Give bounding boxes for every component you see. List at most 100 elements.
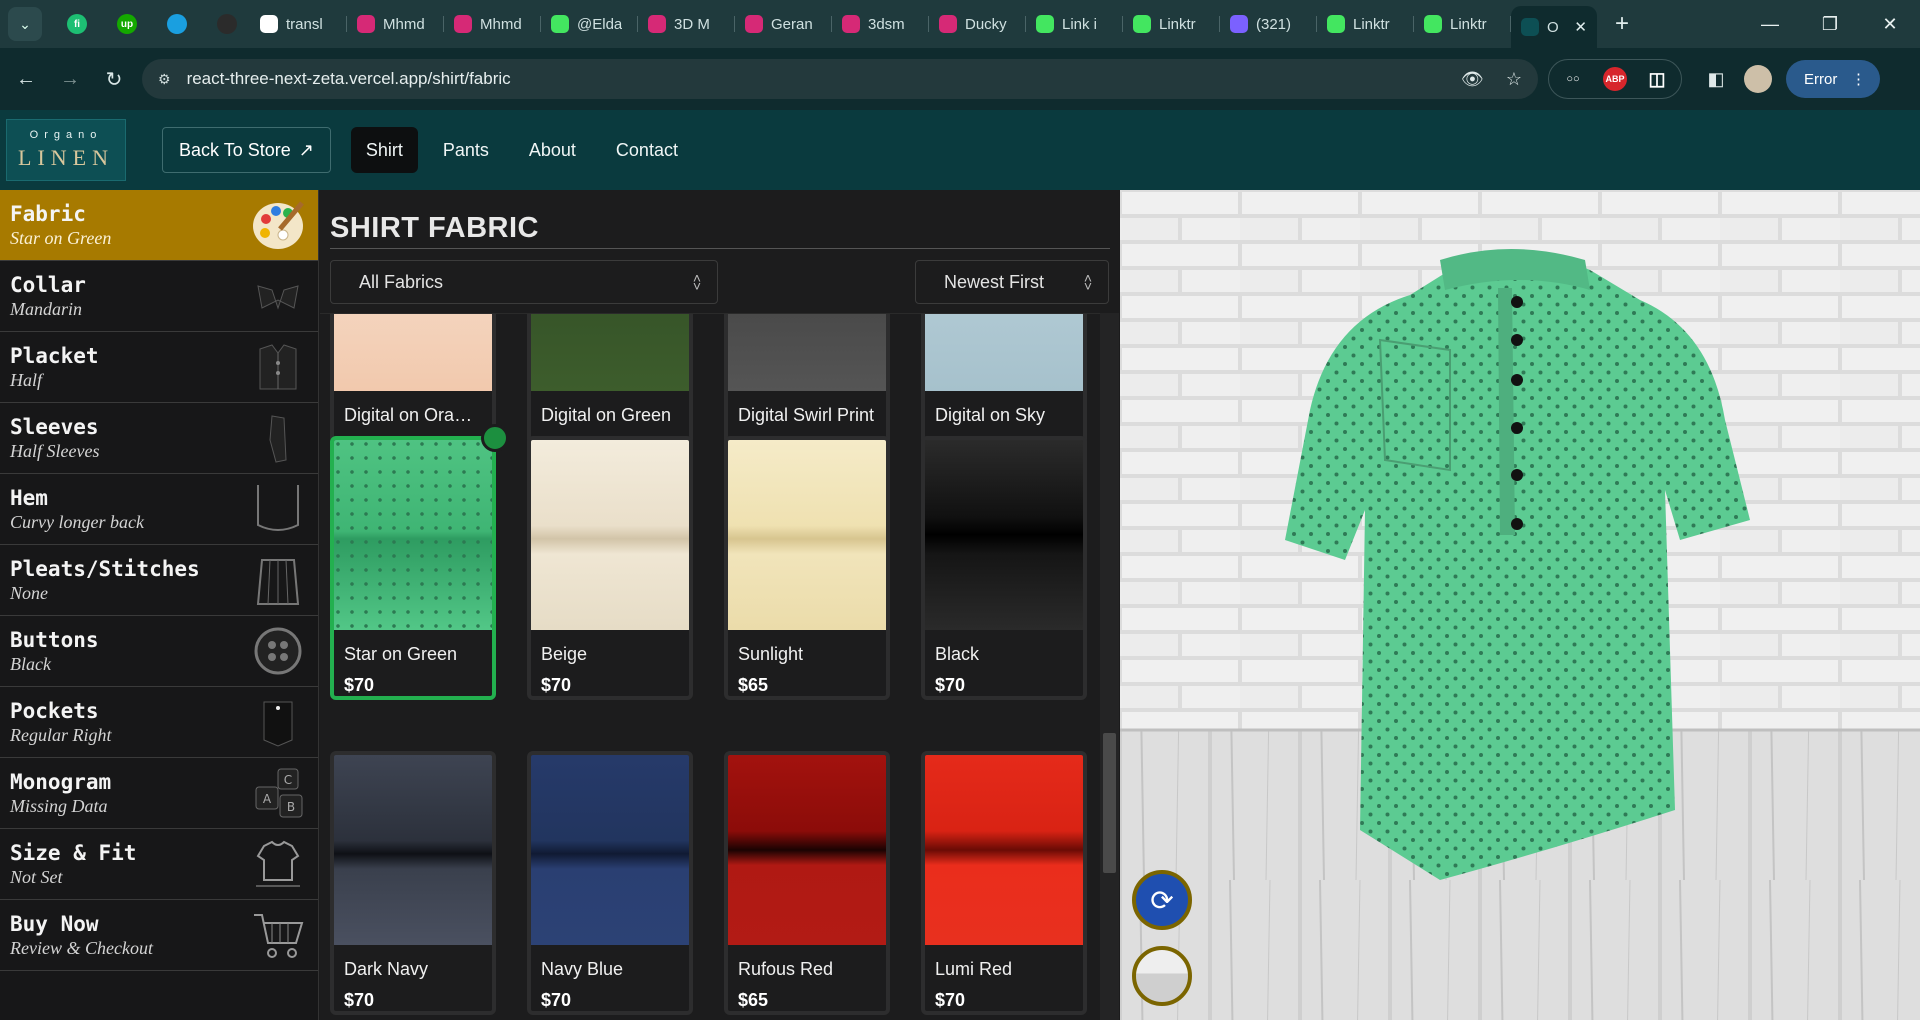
fabric-card[interactable]: Dark Navy $70 [330, 751, 496, 1015]
fabric-price: $65 [738, 675, 769, 695]
browser-tab[interactable]: Linktr [1123, 6, 1220, 42]
sidebar-item-sleeves[interactable]: Sleeves Half Sleeves [0, 403, 318, 474]
close-icon[interactable]: ✕ [1574, 18, 1587, 36]
sidebar-item-pockets[interactable]: Pockets Regular Right [0, 687, 318, 758]
rotate-view-button[interactable]: ⟳ [1132, 870, 1192, 930]
new-tab-button[interactable]: + [1603, 6, 1641, 42]
select-arrows-icon: ˄ ˅ [692, 270, 701, 294]
sidebar-item-hem[interactable]: Hem Curvy longer back [0, 474, 318, 545]
sidebar-item-text: Pockets Regular Right [10, 698, 112, 746]
pinned-tab[interactable] [204, 6, 250, 42]
fabric-filter-value: All Fabrics [359, 271, 444, 292]
sidebar-item-size-fit[interactable]: Size & Fit Not Set [0, 829, 318, 900]
error-button[interactable]: Error ⋮ [1786, 60, 1880, 98]
browser-tab[interactable]: 3D M [638, 6, 735, 42]
sidebar-item-buy-now[interactable]: Buy Now Review & Checkout [0, 900, 318, 971]
fiverr-icon: fi [67, 14, 87, 34]
logo[interactable]: Organo LINEN [6, 119, 126, 181]
sidebar-item-monogram[interactable]: Monogram Missing Data C A B [0, 758, 318, 829]
browser-tab[interactable]: 3dsm [832, 6, 929, 42]
browser-tab[interactable]: Linktr [1317, 6, 1414, 42]
fabric-swatch-image [334, 314, 492, 391]
scrollbar-thumb[interactable] [1103, 733, 1116, 873]
fabric-card[interactable]: Beige $70 [527, 436, 693, 700]
pinned-tab[interactable] [154, 6, 200, 42]
fabric-card[interactable]: Navy Blue $70 [527, 751, 693, 1015]
back-to-store-button[interactable]: Back To Store ↗ [162, 127, 331, 173]
reload-icon[interactable]: ↻ [96, 61, 132, 97]
sidebar-item-collar[interactable]: Collar Mandarin [0, 261, 318, 332]
sidebar-item-value: Black [10, 654, 51, 674]
nav-link-shirt[interactable]: Shirt [350, 127, 418, 173]
active-tab[interactable]: O ✕ [1511, 6, 1597, 48]
browser-tab[interactable]: Mhmd [444, 6, 541, 42]
minimize-icon[interactable]: — [1740, 0, 1800, 48]
fabric-price: $70 [541, 675, 572, 695]
nav-link-contact[interactable]: Contact [601, 127, 693, 173]
pinned-tab[interactable]: up [104, 6, 150, 42]
pinned-tab[interactable]: fi [54, 6, 100, 42]
fabric-swatch-image [925, 440, 1083, 630]
monogram-icon: CA B [250, 765, 306, 821]
browser-tab[interactable]: Mhmd [347, 6, 444, 42]
sidebar-item-text: Sleeves Half Sleeves [10, 414, 99, 462]
sidebar-item-placket[interactable]: Placket Half [0, 332, 318, 403]
sidebar-item-title: Hem [10, 486, 48, 510]
tab-title: O [1547, 18, 1559, 36]
maximize-icon[interactable]: ❐ [1800, 0, 1860, 48]
eye-off-icon[interactable]: 👁 [1461, 69, 1484, 90]
external-arrow-icon: ↗ [298, 139, 314, 160]
instagram-icon [357, 15, 375, 33]
side-panel-icon[interactable]: ◧ [1698, 61, 1734, 97]
fabric-card[interactable]: Rufous Red $65 [724, 751, 890, 1015]
sidebar-item-pleats-stitches[interactable]: Pleats/Stitches None [0, 545, 318, 616]
linktree-icon [1424, 15, 1442, 33]
fabric-price: $70 [935, 675, 966, 695]
back-arrow-icon[interactable]: ← [8, 61, 44, 97]
fabric-filter-select[interactable]: All Fabrics ˄ ˅ [330, 260, 718, 304]
shirt-3d-preview[interactable]: ⟳ [1120, 190, 1920, 1020]
browser-tab[interactable]: Ducky [929, 6, 1026, 42]
svg-text:A: A [263, 792, 272, 806]
tab-search-button[interactable]: ⌄ [8, 7, 42, 41]
more-menu-icon: ⋮ [1851, 71, 1866, 88]
fabric-grid: Digital on Orange$75Digital on Green$75D… [320, 313, 1106, 1020]
browser-tab[interactable]: Geran [735, 6, 832, 42]
forward-arrow-icon[interactable]: → [52, 61, 88, 97]
fabric-card[interactable]: Black $70 [921, 436, 1087, 700]
glasses-extension-icon[interactable]: ○○ [1561, 67, 1585, 91]
background-switch-button[interactable] [1132, 946, 1192, 1006]
browser-tab[interactable]: (321) [1220, 6, 1317, 42]
tab-list: transl Mhmd Mhmd @Elda 3D M Geran 3dsm Ducky Lin… [250, 6, 1511, 42]
profile-avatar[interactable] [1744, 65, 1772, 93]
sort-select[interactable]: Newest First ˄ ˅ [915, 260, 1109, 304]
browser-tab[interactable]: transl [250, 6, 347, 42]
browser-tab[interactable]: Linktr [1414, 6, 1511, 42]
nav-link-about[interactable]: About [514, 127, 591, 173]
url-text[interactable]: react-three-next-zeta.vercel.app/shirt/f… [187, 69, 1439, 89]
bookmark-star-icon[interactable]: ☆ [1506, 69, 1522, 90]
browser-tab[interactable]: Link i [1026, 6, 1123, 42]
fabric-swatch-image [334, 755, 492, 945]
fabric-name: Black [935, 644, 980, 664]
tab-title: Linktr [1159, 15, 1196, 33]
sidebar-item-buttons[interactable]: Buttons Black [0, 616, 318, 687]
sidebar-item-text: Hem Curvy longer back [10, 485, 144, 533]
puzzle-extensions-icon[interactable]: ◫ [1645, 67, 1669, 91]
browser-tab[interactable]: @Elda [541, 6, 638, 42]
button-icon [250, 623, 306, 679]
fabric-grid-scrollbar[interactable] [1100, 313, 1119, 1020]
window-close-icon[interactable]: ✕ [1860, 0, 1920, 48]
adblock-plus-icon[interactable]: ABP [1603, 67, 1627, 91]
fabric-card[interactable]: Sunlight $65 [724, 436, 890, 700]
site-info-icon[interactable]: ⚙ [158, 71, 171, 88]
tab-title: 3dsm [868, 15, 905, 33]
address-bar[interactable]: ⚙ react-three-next-zeta.vercel.app/shirt… [142, 59, 1538, 99]
nav-link-pants[interactable]: Pants [428, 127, 504, 173]
fabric-name: Lumi Red [935, 959, 1013, 979]
sidebar-item-fabric[interactable]: Fabric Star on Green [0, 190, 318, 261]
fabric-swatch-image [728, 440, 886, 630]
browser-toolbar: ← → ↻ ⚙ react-three-next-zeta.vercel.app… [0, 48, 1920, 110]
fabric-card[interactable]: Lumi Red $70 [921, 751, 1087, 1015]
fabric-card[interactable]: Star on Green $70 [330, 436, 496, 700]
